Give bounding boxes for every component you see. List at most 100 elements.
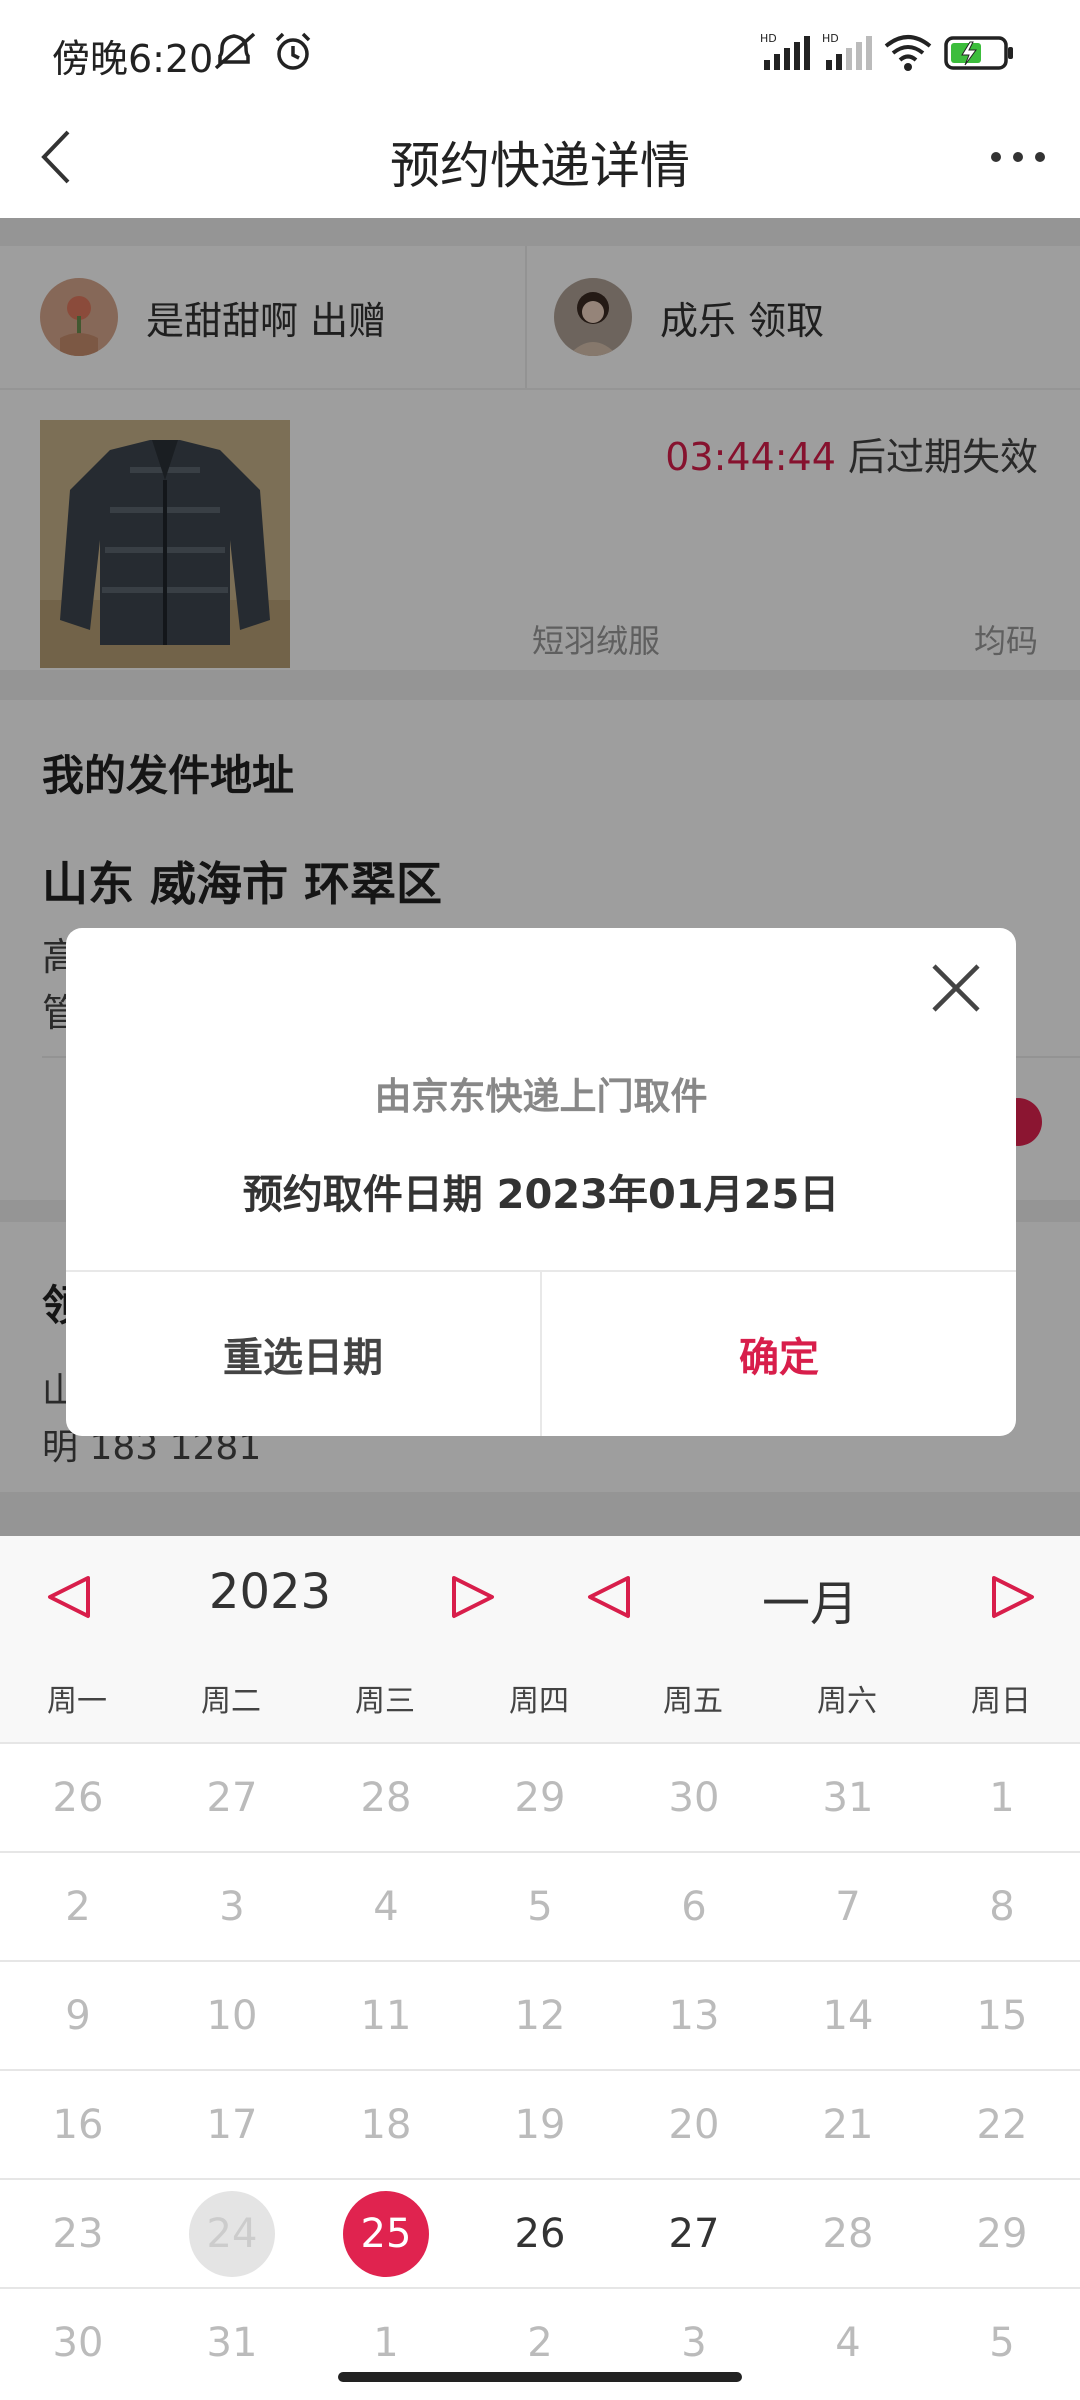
calendar-day: 6 xyxy=(617,1853,771,1961)
calendar-day: 29 xyxy=(463,1744,617,1852)
calendar-day: 29 xyxy=(925,2180,1079,2288)
calendar-day-label: 23 xyxy=(52,2211,104,2257)
calendar-day: 23 xyxy=(1,2180,155,2288)
calendar-month: 一月 xyxy=(761,1576,858,1632)
calendar-day-label: 28 xyxy=(360,1775,412,1821)
calendar-day[interactable]: 26 xyxy=(463,2180,617,2288)
calendar-day: 4 xyxy=(771,2289,925,2397)
prev-month-icon[interactable] xyxy=(584,1572,634,1622)
calendar-header: 2023 一月 xyxy=(0,1536,1080,1656)
calendar-day: 28 xyxy=(309,1744,463,1852)
calendar-day-label: 3 xyxy=(219,1884,245,1930)
status-bar: 傍晚6:20 HD HD xyxy=(0,0,1080,100)
calendar-day-label: 17 xyxy=(206,2102,258,2148)
calendar-day: 15 xyxy=(925,1962,1079,2070)
calendar-day: 10 xyxy=(155,1962,309,2070)
calendar-day-label: 2 xyxy=(65,1884,91,1930)
calendar-day: 24 xyxy=(155,2180,309,2288)
more-icon[interactable] xyxy=(978,122,1058,192)
calendar-week-row: 16 17 18 19 20 21 22 xyxy=(0,2069,1080,2179)
calendar-day: 9 xyxy=(1,1962,155,2070)
calendar-day: 5 xyxy=(463,1853,617,1961)
home-indicator[interactable] xyxy=(338,2372,742,2382)
reselect-date-button[interactable]: 重选日期 xyxy=(66,1272,540,1436)
calendar-day: 20 xyxy=(617,2071,771,2179)
calendar-day-label: 7 xyxy=(835,1884,861,1930)
next-month-icon[interactable] xyxy=(988,1572,1038,1622)
calendar-day-label: 27 xyxy=(206,1775,258,1821)
calendar-day-label: 18 xyxy=(360,2102,412,2148)
svg-text:HD: HD xyxy=(822,32,839,45)
pickup-date-dialog: 由京东快递上门取件 预约取件日期 2023年01月25日 重选日期 确定 xyxy=(66,928,1016,1436)
weekday-label: 周五 xyxy=(663,1684,723,1719)
calendar-day-label: 6 xyxy=(681,1884,707,1930)
date-picker: 2023 一月 周一 周二 周三 周四 周五 周六 周日 26 27 28 29 30 31 1 2 3 4 5… xyxy=(0,1536,1080,2400)
calendar-day-label: 11 xyxy=(360,1993,412,2039)
calendar-week-row: 26 27 28 29 30 31 1 xyxy=(0,1742,1080,1852)
calendar-day-label: 27 xyxy=(668,2211,720,2257)
calendar-day-label: 8 xyxy=(989,1884,1015,1930)
calendar-day-label: 5 xyxy=(989,2320,1015,2366)
calendar-day-label: 26 xyxy=(514,2211,566,2257)
calendar-day: 5 xyxy=(925,2289,1079,2397)
calendar-week-row: 2 3 4 5 6 7 8 xyxy=(0,1851,1080,1961)
svg-text:HD: HD xyxy=(760,32,777,45)
calendar-day-label: 9 xyxy=(65,1993,91,2039)
calendar-day-label: 1 xyxy=(989,1775,1015,1821)
calendar-day-label: 12 xyxy=(514,1993,566,2039)
calendar-day: 14 xyxy=(771,1962,925,2070)
calendar-day-label: 26 xyxy=(52,1775,104,1821)
page-title: 预约快递详情 xyxy=(390,137,690,195)
calendar-day: 26 xyxy=(1,1744,155,1852)
calendar-day: 28 xyxy=(771,2180,925,2288)
calendar-day-label: 10 xyxy=(206,1993,258,2039)
calendar-day: 13 xyxy=(617,1962,771,2070)
calendar-day: 3 xyxy=(155,1853,309,1961)
dialog-date-text: 预约取件日期 2023年01月25日 xyxy=(242,1172,840,1218)
calendar-day-label: 28 xyxy=(822,2211,874,2257)
calendar-day-label: 20 xyxy=(668,2102,720,2148)
weekday-label: 周六 xyxy=(817,1684,877,1719)
calendar-day-label: 31 xyxy=(822,1775,874,1821)
weekday-label: 周二 xyxy=(201,1684,261,1719)
calendar-day-label: 30 xyxy=(668,1775,720,1821)
calendar-day-label: 4 xyxy=(835,2320,861,2366)
calendar-day: 11 xyxy=(309,1962,463,2070)
calendar-week-row: 23 24 25 26 27 28 29 xyxy=(0,2178,1080,2288)
calendar-day: 27 xyxy=(155,1744,309,1852)
calendar-day[interactable]: 27 xyxy=(617,2180,771,2288)
calendar-day: 8 xyxy=(925,1853,1079,1961)
weekday-label: 周一 xyxy=(47,1684,107,1719)
calendar-day-label: 29 xyxy=(976,2211,1028,2257)
calendar-day: 16 xyxy=(1,2071,155,2179)
calendar-day: 18 xyxy=(309,2071,463,2179)
calendar-day-label: 14 xyxy=(822,1993,874,2039)
calendar-day-label: 31 xyxy=(206,2320,258,2366)
battery-icon xyxy=(944,36,1016,74)
weekday-label: 周四 xyxy=(509,1684,569,1719)
status-time: 傍晚6:20 xyxy=(52,37,214,81)
calendar-day: 31 xyxy=(771,1744,925,1852)
calendar-year: 2023 xyxy=(208,1564,332,1620)
calendar-day-label: 4 xyxy=(373,1884,399,1930)
calendar-week-row: 9 10 11 12 13 14 15 xyxy=(0,1960,1080,2070)
calendar-day: 1 xyxy=(925,1744,1079,1852)
selected-day[interactable]: 25 xyxy=(309,2180,463,2288)
calendar-day: 4 xyxy=(309,1853,463,1961)
calendar-day: 19 xyxy=(463,2071,617,2179)
app-header: 预约快递详情 xyxy=(0,100,1080,218)
confirm-button[interactable]: 确定 xyxy=(542,1272,1016,1436)
close-icon[interactable] xyxy=(924,956,988,1020)
calendar-day-label: 30 xyxy=(52,2320,104,2366)
calendar-day-label: 16 xyxy=(52,2102,104,2148)
next-year-icon[interactable] xyxy=(448,1572,498,1622)
calendar-day: 30 xyxy=(1,2289,155,2397)
prev-year-icon[interactable] xyxy=(44,1572,94,1622)
calendar-day: 31 xyxy=(155,2289,309,2397)
calendar-day: 7 xyxy=(771,1853,925,1961)
calendar-day-label: 5 xyxy=(527,1884,553,1930)
calendar-day-label: 22 xyxy=(976,2102,1028,2148)
calendar-day-label: 24 xyxy=(189,2191,275,2277)
mute-icon xyxy=(212,30,258,78)
weekday-label: 周日 xyxy=(971,1684,1031,1719)
